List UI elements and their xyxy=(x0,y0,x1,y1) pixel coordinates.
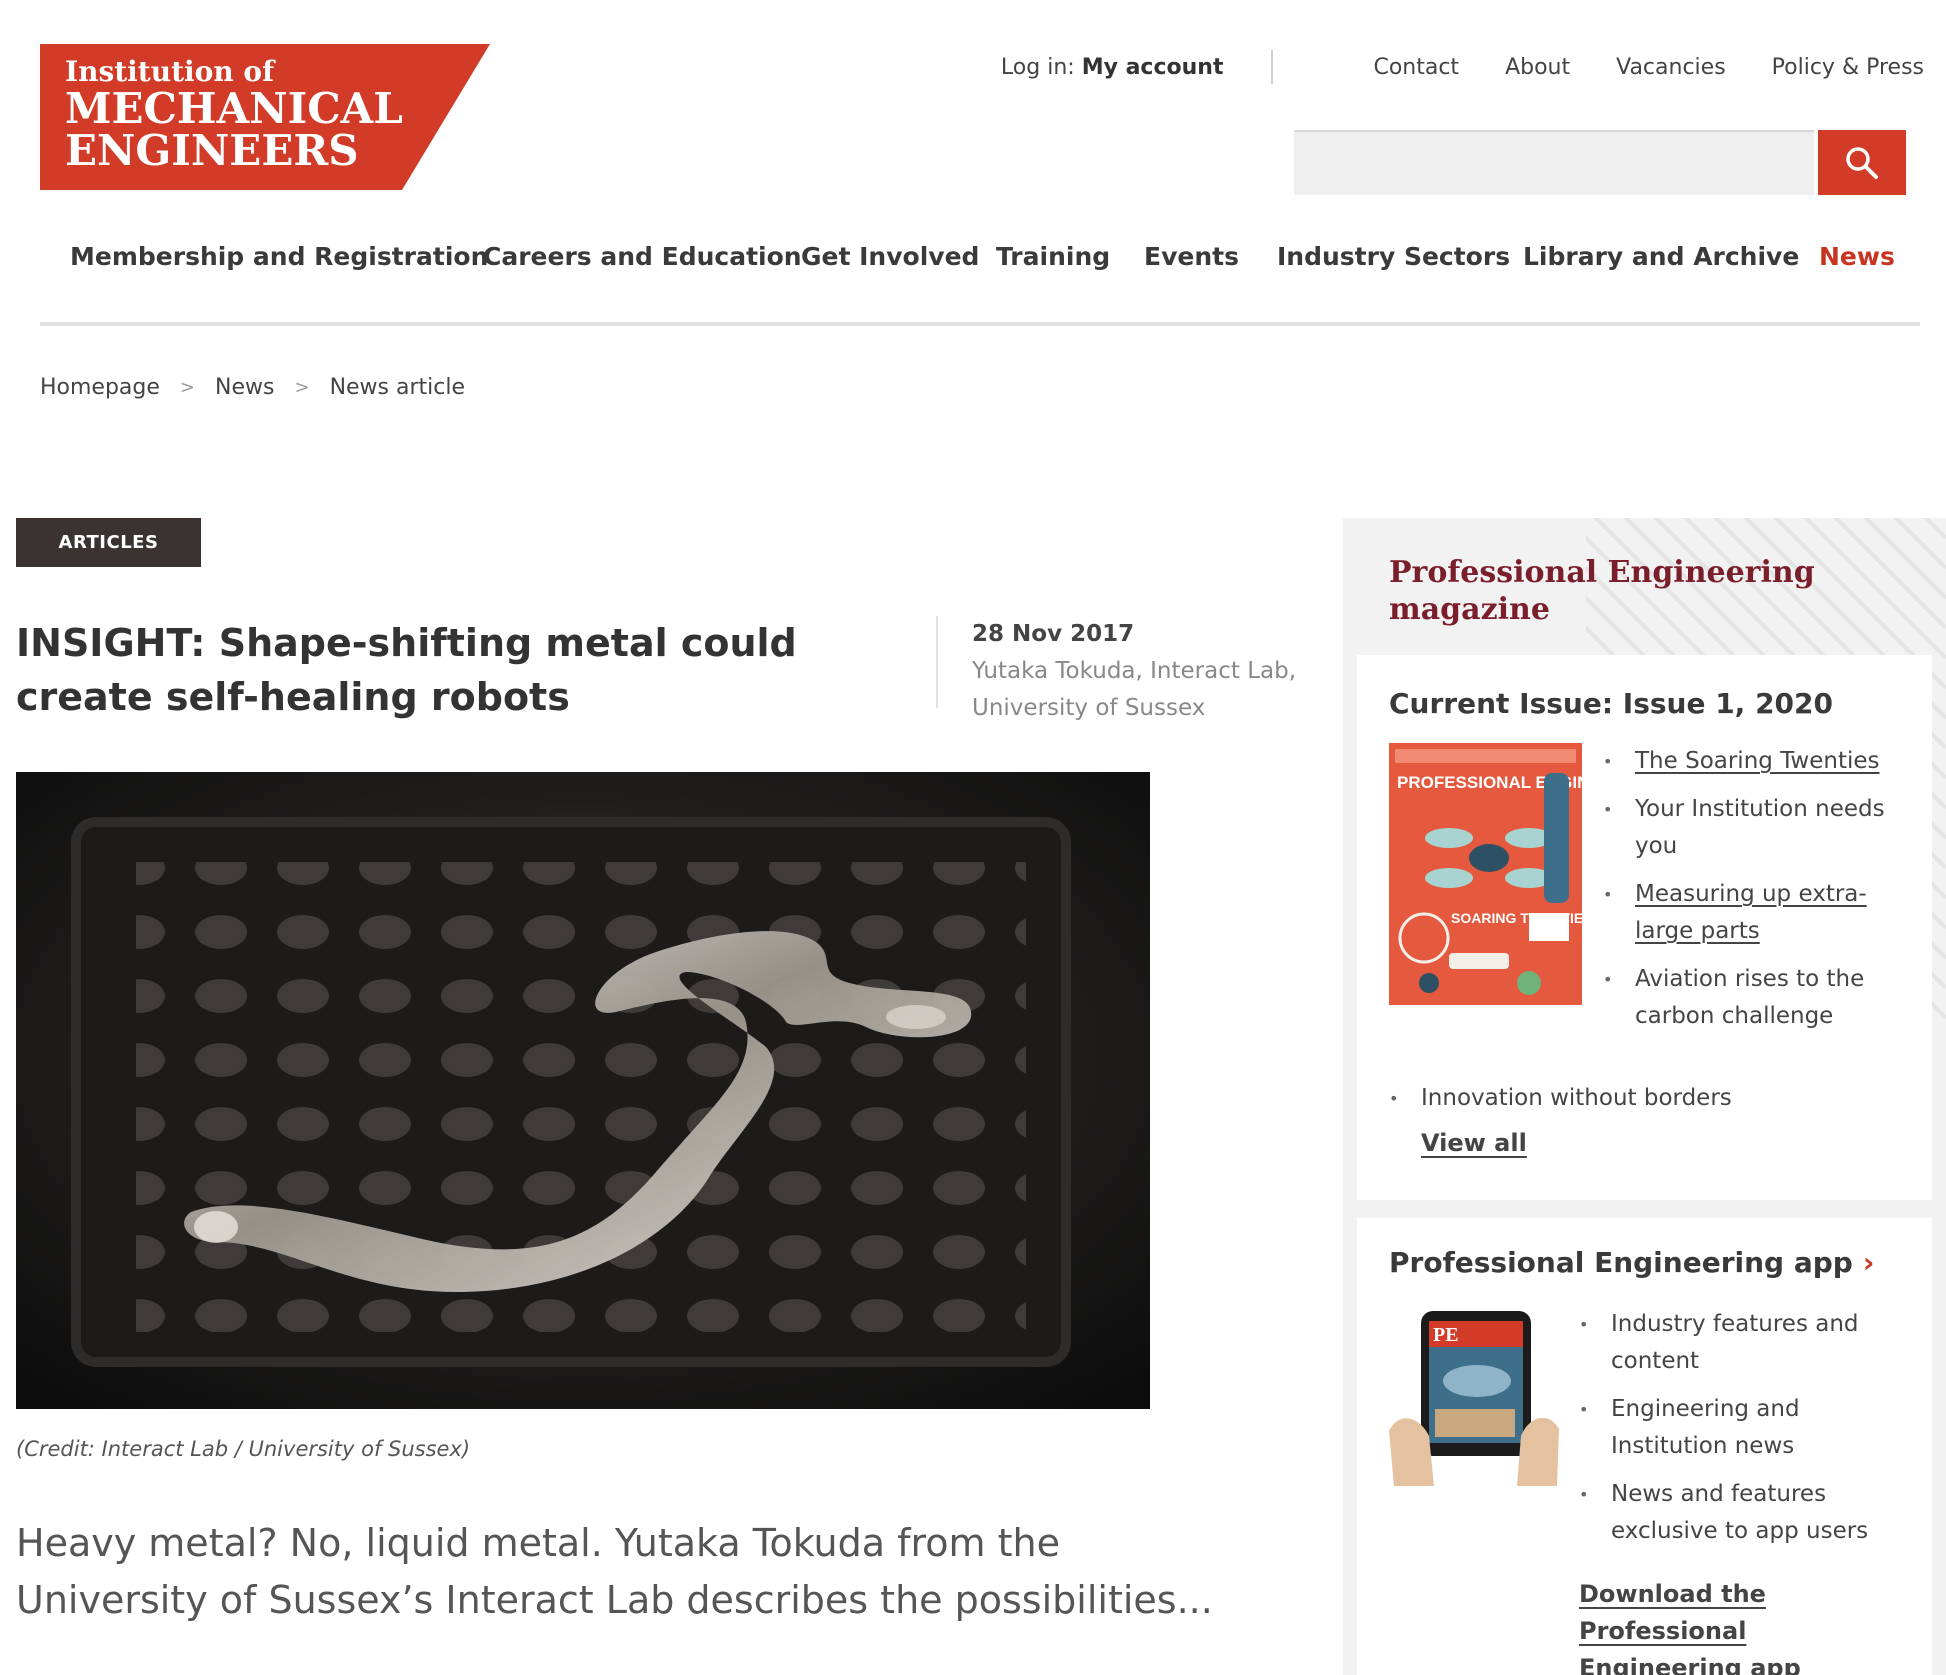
magazine-cover[interactable]: PROFESSIONAL ENGINEERING SOARING TWENTIE… xyxy=(1389,743,1582,1005)
list-item: Engineering and Institution news xyxy=(1579,1391,1909,1465)
nav-item-events[interactable]: Events xyxy=(1144,242,1239,271)
app-feature-list: Industry features and content Engineerin… xyxy=(1579,1306,1909,1561)
about-link[interactable]: About xyxy=(1505,55,1570,80)
hero-image xyxy=(16,772,1150,1409)
app-card: Professional Engineering app › PE Industr… xyxy=(1357,1218,1932,1675)
vacancies-link[interactable]: Vacancies xyxy=(1616,55,1726,80)
policy-press-link[interactable]: Policy & Press xyxy=(1772,55,1924,80)
search-icon xyxy=(1846,146,1878,179)
article-meta: 28 Nov 2017 Yutaka Tokuda, Interact Lab,… xyxy=(972,616,1312,727)
download-app-link[interactable]: Download the Professional Engineering ap… xyxy=(1579,1576,1909,1675)
my-account-link[interactable]: My account xyxy=(1082,55,1224,80)
list-item: News and features exclusive to app users xyxy=(1579,1476,1909,1550)
breadcrumb-current: News article xyxy=(329,375,466,400)
nav-item-industry-sectors[interactable]: Industry Sectors xyxy=(1277,242,1510,271)
articles-tag[interactable]: ARTICLES xyxy=(16,518,201,567)
search-input[interactable] xyxy=(1294,130,1814,195)
magazine-cover-art: PROFESSIONAL ENGINEERING SOARING TWENTIE… xyxy=(1389,743,1582,1005)
article-date: 28 Nov 2017 xyxy=(972,621,1135,647)
tablet-pe-label: PE xyxy=(1433,1324,1459,1346)
meta-divider xyxy=(936,616,938,708)
logo[interactable]: Institution of MECHANICAL ENGINEERS xyxy=(40,44,490,190)
article-headline: INSIGHT: Shape-shifting metal could crea… xyxy=(16,621,797,719)
issue-link-measuring-up[interactable]: Measuring up extra-large parts xyxy=(1635,881,1867,944)
login-link[interactable]: Log in: My account xyxy=(1001,55,1224,80)
nav-item-membership[interactable]: Membership and Registration xyxy=(70,242,488,271)
list-item[interactable]: Measuring up extra-large parts xyxy=(1603,876,1903,950)
article-standfirst: Heavy metal? No, liquid metal. Yutaka To… xyxy=(16,1521,1213,1622)
sidebar: Professional Engineering magazine Curren… xyxy=(1343,518,1946,1675)
main-nav: Membership and Registration Careers and … xyxy=(40,236,1920,326)
view-all-link[interactable]: View all xyxy=(1421,1129,1527,1157)
nav-item-get-involved[interactable]: Get Involved xyxy=(801,242,979,271)
article-author: Yutaka Tokuda, Interact Lab, University … xyxy=(972,658,1297,721)
contact-link[interactable]: Contact xyxy=(1373,55,1459,80)
app-heading-label: Professional Engineering app xyxy=(1389,1246,1853,1279)
image-credit: (Credit: Interact Lab / University of Su… xyxy=(16,1437,471,1461)
list-item: Industry features and content xyxy=(1579,1306,1909,1380)
app-heading[interactable]: Professional Engineering app › xyxy=(1389,1246,1874,1279)
logo-line-2: MECHANICAL xyxy=(65,84,403,133)
issue-article-list: The Soaring Twenties Your Institution ne… xyxy=(1603,743,1903,1046)
list-item[interactable]: The Soaring Twenties xyxy=(1603,743,1903,780)
utility-nav: Log in: My account Contact About Vacanci… xyxy=(1001,50,1924,84)
list-item: Aviation rises to the carbon challenge xyxy=(1603,961,1903,1035)
nav-item-library[interactable]: Library and Archive xyxy=(1523,242,1799,271)
nav-item-training[interactable]: Training xyxy=(996,242,1110,271)
tablet-illustration: PE xyxy=(1389,1311,1559,1486)
login-prefix: Log in: xyxy=(1000,54,1075,80)
sidebar-magazine-title[interactable]: Professional Engineering magazine xyxy=(1389,554,1869,628)
logo-line-3: ENGINEERS xyxy=(65,126,359,175)
issue-link-soaring-twenties[interactable]: The Soaring Twenties xyxy=(1635,748,1880,774)
current-issue-card: Current Issue: Issue 1, 2020 PROFESSIONA… xyxy=(1357,655,1932,1200)
nav-item-news[interactable]: News xyxy=(1819,242,1895,271)
list-item: Your Institution needs you xyxy=(1603,791,1903,865)
search-button[interactable] xyxy=(1818,130,1906,195)
list-item: Innovation without borders xyxy=(1389,1080,1889,1117)
breadcrumb: Homepage > News > News article xyxy=(40,375,465,400)
logo-text: Institution of MECHANICAL ENGINEERS xyxy=(65,58,403,172)
liquid-metal-photo xyxy=(16,772,1150,1409)
breadcrumb-separator: > xyxy=(179,377,196,398)
breadcrumb-homepage[interactable]: Homepage xyxy=(40,375,160,400)
logo-line-1: Institution of xyxy=(65,55,275,88)
current-issue-heading: Current Issue: Issue 1, 2020 xyxy=(1389,687,1833,720)
tablet-image: PE xyxy=(1389,1311,1559,1486)
breadcrumb-news[interactable]: News xyxy=(215,375,274,400)
breadcrumb-separator: > xyxy=(294,377,310,398)
chevron-right-icon: › xyxy=(1862,1246,1875,1279)
utility-divider xyxy=(1271,50,1274,84)
nav-item-careers[interactable]: Careers and Education xyxy=(483,242,802,271)
